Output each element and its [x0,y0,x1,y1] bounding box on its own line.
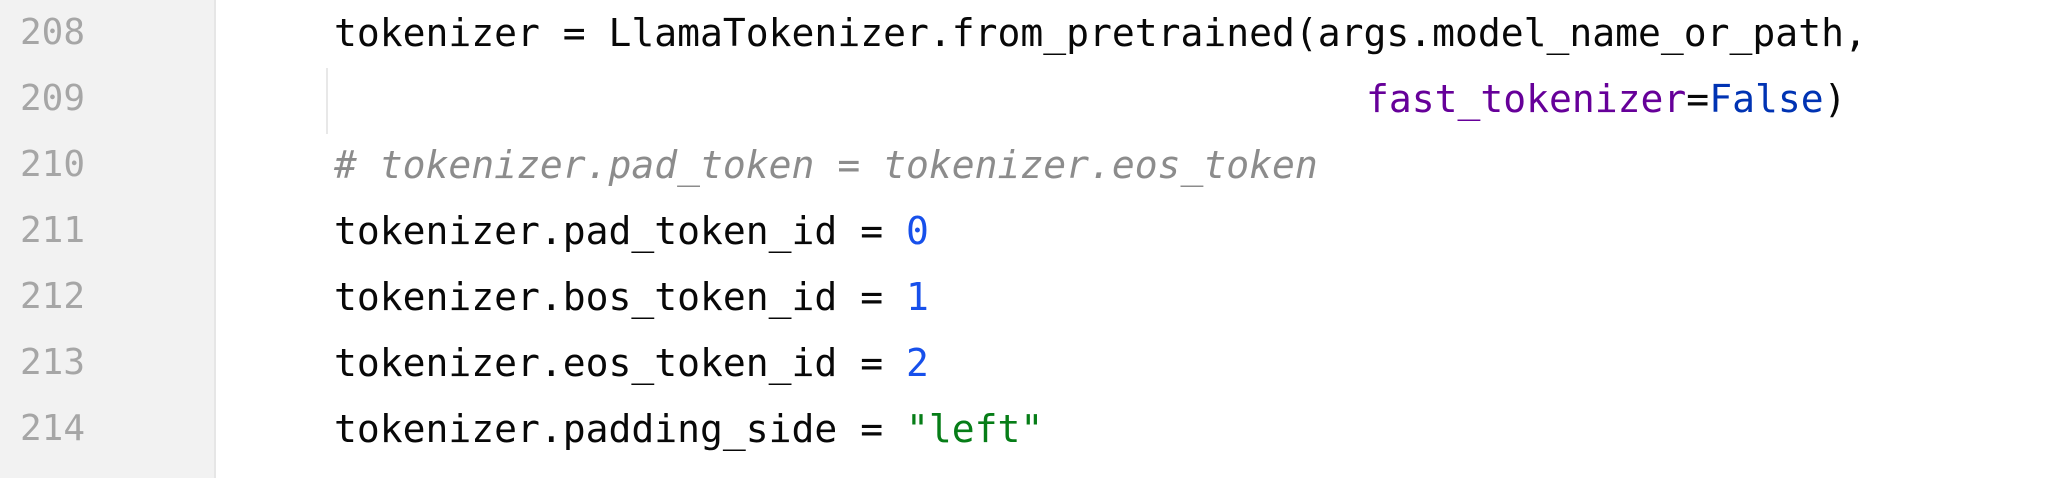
number-literal: 0 [905,209,929,253]
line-number: 210 [20,144,86,185]
closing-paren: ) [1823,77,1847,121]
number-literal: 2 [905,341,929,385]
code-segment: tokenizer.bos_token_id = [334,275,906,319]
code-text[interactable]: tokenizer.pad_token_id = 0 [334,210,929,252]
code-line-211[interactable]: 211 tokenizer.pad_token_id = 0 [0,198,2052,264]
line-number: 209 [20,78,86,119]
code-line-214[interactable]: 214 tokenizer.padding_side = "left" [0,396,2052,462]
line-number: 214 [20,408,86,449]
code-segment: tokenizer.pad_token_id = [334,209,906,253]
code-editor[interactable]: 208 tokenizer = LlamaTokenizer.from_pret… [0,0,2052,478]
line-number: 213 [20,342,86,383]
code-segment: tokenizer.padding_side = [334,407,906,451]
code-segment: tokenizer.eos_token_id = [334,341,906,385]
code-line-209[interactable]: 209 fast_tokenizer=False) [0,66,2052,132]
code-text[interactable]: tokenizer.bos_token_id = 1 [334,276,929,318]
code-text[interactable]: fast_tokenizer=False) [1366,78,1846,120]
code-text[interactable]: tokenizer.padding_side = "left" [334,408,1043,450]
code-line-212[interactable]: 212 tokenizer.bos_token_id = 1 [0,264,2052,330]
keyword-argument: fast_tokenizer [1366,77,1687,121]
operator: = [1686,77,1710,121]
line-number: 212 [20,276,86,317]
code-text[interactable]: tokenizer = LlamaTokenizer.from_pretrain… [334,12,1867,54]
code-segment: tokenizer = LlamaTokenizer.from_pretrain… [334,11,1867,55]
line-number: 211 [20,210,86,251]
code-text[interactable]: tokenizer.eos_token_id = 2 [334,342,929,384]
code-line-208[interactable]: 208 tokenizer = LlamaTokenizer.from_pret… [0,0,2052,66]
code-comment[interactable]: # tokenizer.pad_token = tokenizer.eos_to… [334,144,1318,186]
code-line-213[interactable]: 213 tokenizer.eos_token_id = 2 [0,330,2052,396]
code-line-210[interactable]: 210 # tokenizer.pad_token = tokenizer.eo… [0,132,2052,198]
line-number: 208 [20,12,86,53]
constant-value: False [1709,77,1824,121]
string-literal: "left" [905,407,1044,451]
number-literal: 1 [905,275,929,319]
